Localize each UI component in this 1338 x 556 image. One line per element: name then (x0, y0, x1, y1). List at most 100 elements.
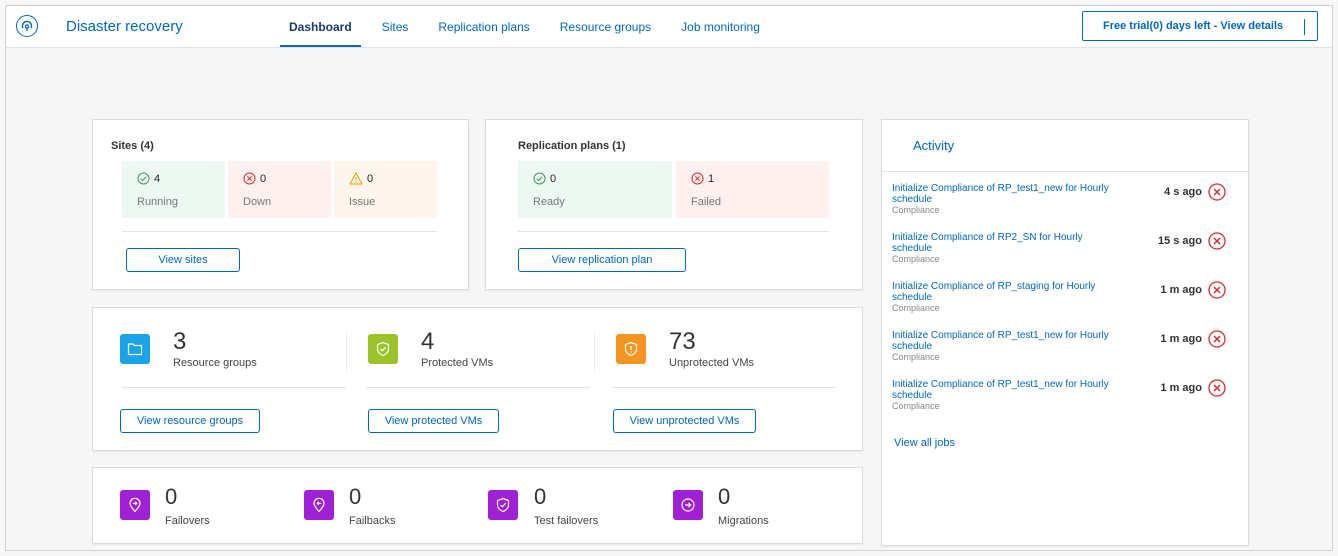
activity-item: Initialize Compliance of RP_test1_new fo… (892, 379, 1232, 412)
main-nav: Dashboard Sites Replication plans Resour… (274, 6, 775, 48)
error-icon (1208, 183, 1226, 201)
activity-panel: Activity Initialize Compliance of RP_tes… (881, 119, 1249, 546)
view-protected-vms-button[interactable]: View protected VMs (368, 409, 499, 433)
test-failovers-label: Test failovers (534, 515, 599, 527)
error-icon (1208, 232, 1226, 250)
activity-item-category: Compliance (892, 205, 940, 215)
migrations-count: 0 (718, 484, 731, 509)
migrations-label: Migrations (718, 515, 769, 527)
resource-separator (594, 334, 595, 370)
sites-title: Sites (4) (111, 140, 154, 152)
app-title: Disaster recovery (66, 18, 183, 35)
tab-dashboard[interactable]: Dashboard (274, 6, 367, 48)
disaster-recovery-icon (16, 15, 38, 37)
x-circle-icon (691, 172, 704, 185)
view-resource-groups-button[interactable]: View resource groups (120, 409, 260, 433)
sites-down-label: Down (243, 196, 272, 208)
resource-groups-count: 3 (173, 328, 187, 355)
sites-issue-count: 0 (367, 172, 374, 185)
warning-icon (349, 172, 363, 185)
sites-card: Sites (4) 4 Running 0 Down 0 Issue View … (92, 119, 469, 290)
test-failover-icon (488, 490, 518, 520)
sites-running-stat: 4 Running (122, 161, 225, 218)
tab-sites[interactable]: Sites (367, 6, 424, 48)
resources-divider (366, 387, 590, 388)
sites-down-stat: 0 Down (228, 161, 331, 218)
failback-icon (304, 490, 334, 520)
view-unprotected-vms-button[interactable]: View unprotected VMs (613, 409, 756, 433)
activity-item-category: Compliance (892, 254, 940, 264)
replication-failed-count: 1 (708, 172, 715, 185)
replication-plans-title: Replication plans (1) (518, 140, 626, 152)
migration-icon (673, 490, 703, 520)
tab-job-monitoring[interactable]: Job monitoring (666, 6, 775, 48)
activity-item-link[interactable]: Initialize Compliance of RP_test1_new fo… (892, 183, 1122, 205)
activity-item-category: Compliance (892, 401, 940, 411)
sites-divider (122, 231, 437, 232)
activity-item: Initialize Compliance of RP2_SN for Hour… (892, 232, 1232, 265)
activity-item-time: 1 m ago (1160, 284, 1202, 296)
unprotected-vms-count: 73 (669, 328, 696, 355)
activity-item-link[interactable]: Initialize Compliance of RP_test1_new fo… (892, 330, 1122, 352)
activity-item-category: Compliance (892, 303, 940, 313)
error-icon (1208, 281, 1226, 299)
resources-card: 3 Resource groups 4 Protected VMs 73 Unp… (92, 307, 863, 451)
replication-ready-stat: 0 Ready (518, 161, 672, 218)
activity-item: Initialize Compliance of RP_test1_new fo… (892, 330, 1232, 363)
sites-issue-label: Issue (349, 196, 376, 208)
resources-divider (612, 387, 836, 388)
failovers-count: 0 (165, 484, 178, 509)
x-circle-icon (243, 172, 256, 185)
activity-item-link[interactable]: Initialize Compliance of RP_staging for … (892, 281, 1122, 303)
view-all-jobs-link[interactable]: View all jobs (894, 437, 955, 449)
failbacks-label: Failbacks (349, 515, 396, 527)
operations-card: 0 Failovers 0 Failbacks 0 Test failovers… (92, 467, 863, 544)
activity-divider (882, 171, 1248, 172)
free-trial-label: Free trial(0) days left - View details (1103, 20, 1284, 32)
failover-icon (120, 490, 150, 520)
protected-vms-count: 4 (421, 328, 435, 355)
unprotected-vms-icon (616, 334, 646, 364)
activity-item-category: Compliance (892, 352, 940, 362)
button-separator (1304, 19, 1305, 35)
replication-failed-stat: 1 Failed (676, 161, 829, 218)
replication-divider (518, 231, 829, 232)
activity-item-time: 4 s ago (1164, 186, 1202, 198)
activity-item-link[interactable]: Initialize Compliance of RP2_SN for Hour… (892, 232, 1122, 254)
resource-groups-label: Resource groups (173, 357, 257, 369)
sites-running-label: Running (137, 196, 178, 208)
failbacks-count: 0 (349, 484, 362, 509)
resources-divider (122, 387, 346, 388)
error-icon (1208, 330, 1226, 348)
replication-plans-card: Replication plans (1) 0 Ready 1 Failed V… (485, 119, 863, 290)
check-circle-icon (137, 172, 150, 185)
replication-ready-label: Ready (533, 196, 565, 208)
error-icon (1208, 379, 1226, 397)
activity-item: Initialize Compliance of RP_test1_new fo… (892, 183, 1232, 216)
resource-separator (346, 334, 347, 370)
sites-issue-stat: 0 Issue (334, 161, 437, 218)
free-trial-button[interactable]: Free trial(0) days left - View details (1082, 11, 1318, 41)
activity-item-time: 15 s ago (1157, 235, 1202, 247)
activity-item-link[interactable]: Initialize Compliance of RP_test1_new fo… (892, 379, 1122, 401)
protected-vms-icon (368, 334, 398, 364)
top-bar: Disaster recovery Dashboard Sites Replic… (6, 6, 1332, 48)
app-frame: Disaster recovery Dashboard Sites Replic… (5, 5, 1333, 551)
test-failovers-count: 0 (534, 484, 547, 509)
activity-item: Initialize Compliance of RP_staging for … (892, 281, 1232, 314)
tab-resource-groups[interactable]: Resource groups (545, 6, 666, 48)
activity-item-time: 1 m ago (1160, 382, 1202, 394)
unprotected-vms-label: Unprotected VMs (669, 357, 754, 369)
sites-down-count: 0 (260, 172, 267, 185)
replication-ready-count: 0 (550, 172, 557, 185)
sites-running-count: 4 (154, 172, 161, 185)
replication-failed-label: Failed (691, 196, 721, 208)
tab-replication-plans[interactable]: Replication plans (423, 6, 544, 48)
resource-groups-icon (120, 334, 150, 364)
failovers-label: Failovers (165, 515, 210, 527)
view-replication-plan-button[interactable]: View replication plan (518, 248, 686, 272)
activity-item-time: 1 m ago (1160, 333, 1202, 345)
check-circle-icon (533, 172, 546, 185)
protected-vms-label: Protected VMs (421, 357, 494, 369)
view-sites-button[interactable]: View sites (126, 248, 240, 272)
